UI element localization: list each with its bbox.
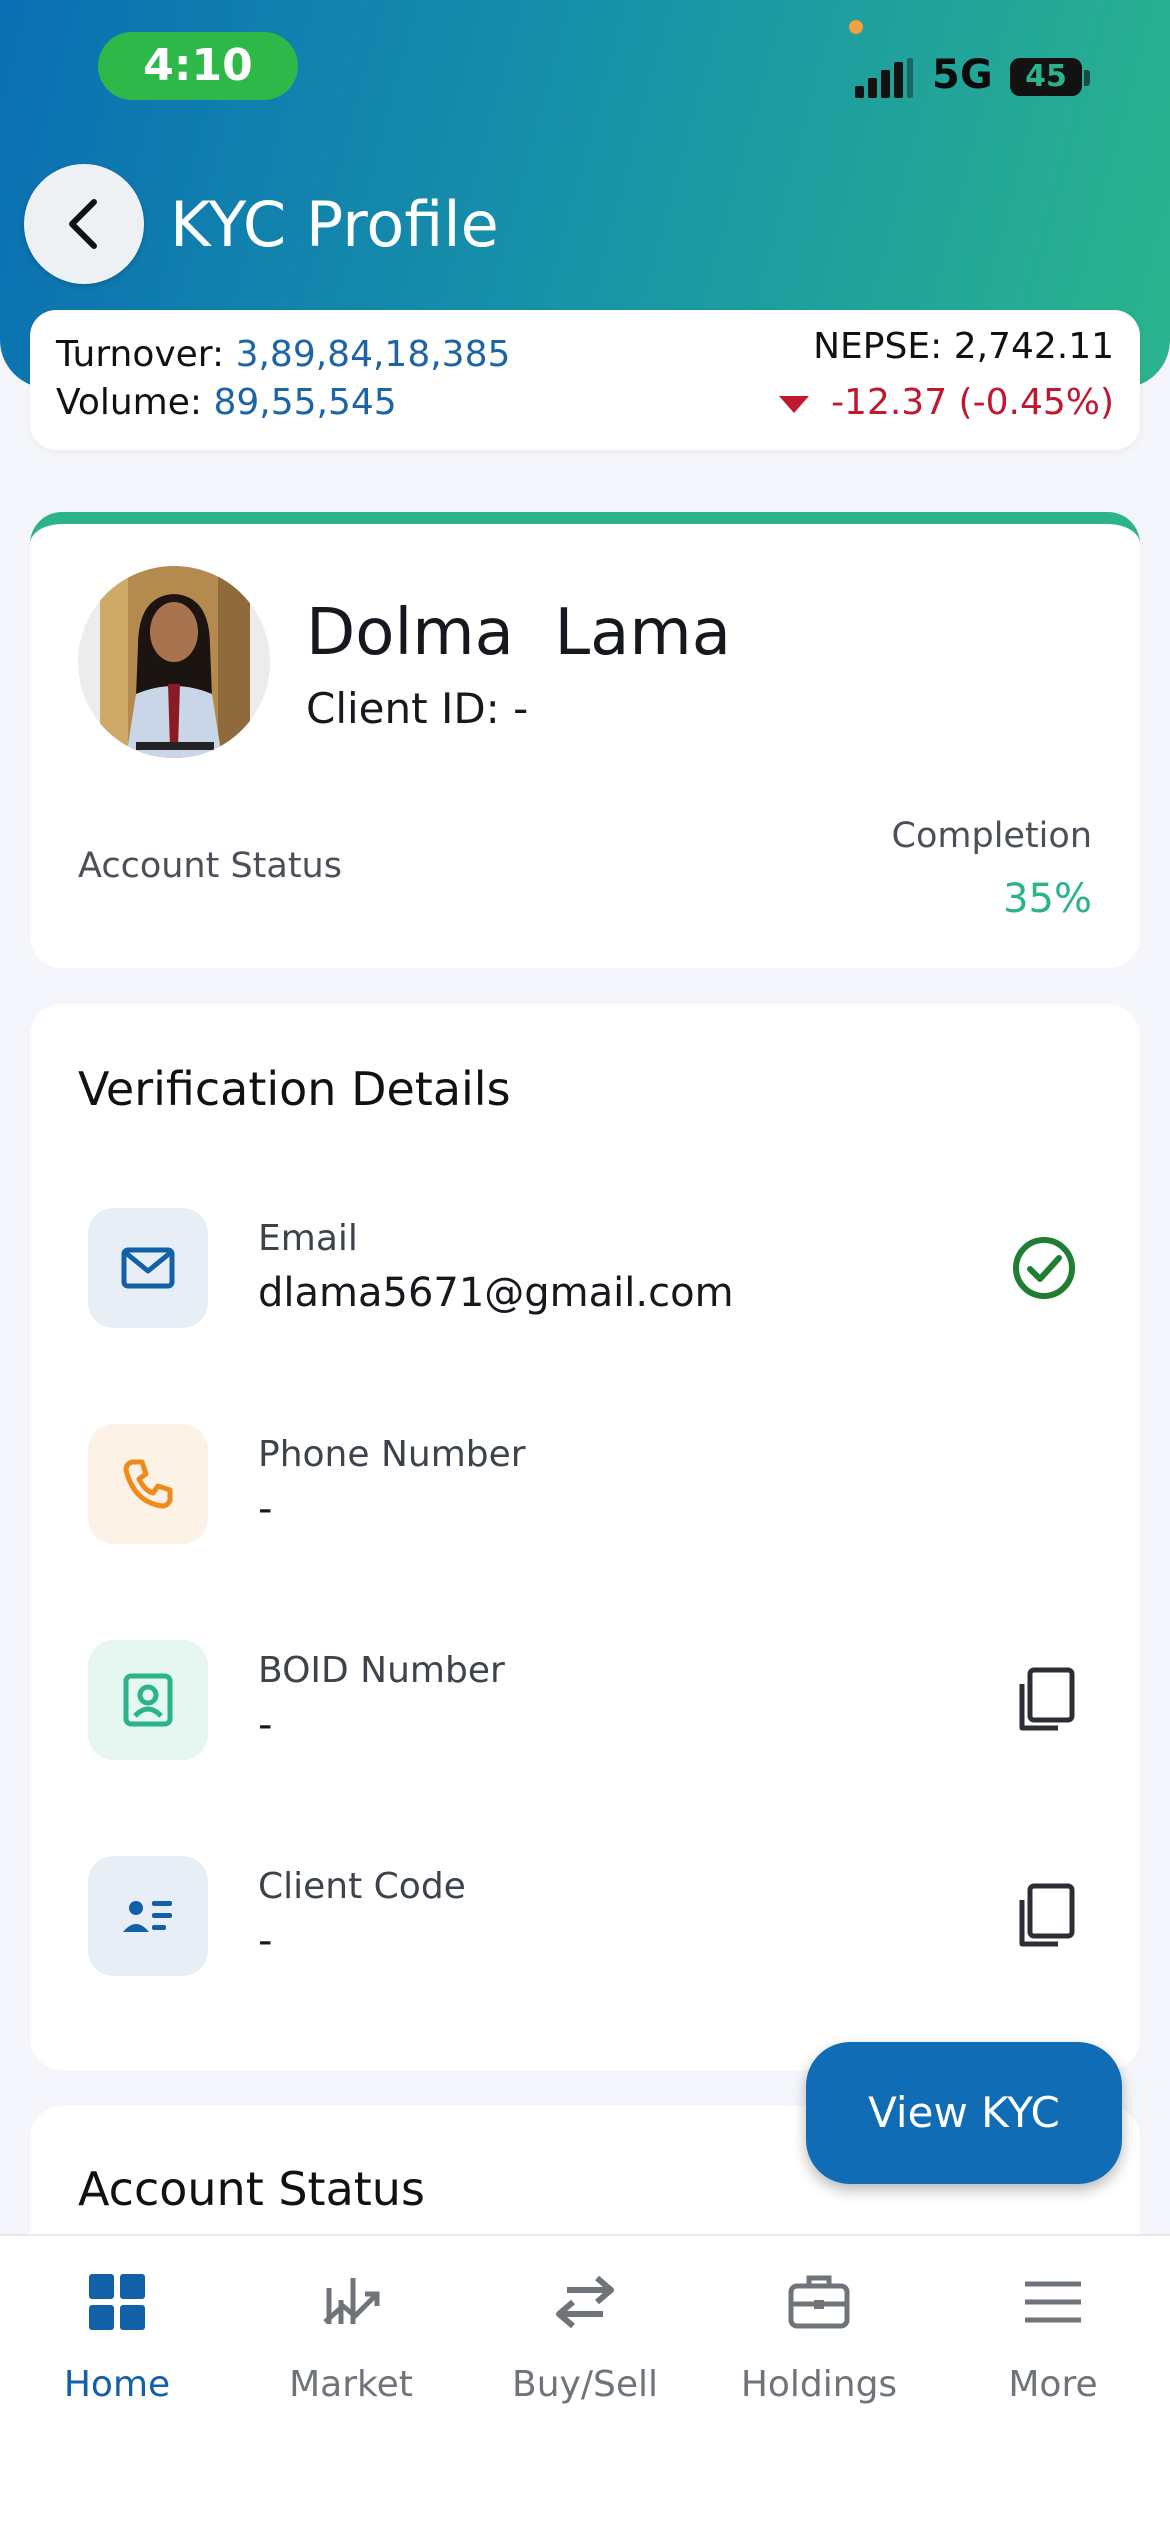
volume-value: 89,55,545	[213, 382, 397, 423]
view-kyc-button[interactable]: View KYC	[806, 2042, 1122, 2184]
verification-item-label: Email	[258, 1218, 358, 1259]
nav-item-more[interactable]: More	[936, 2236, 1170, 2436]
menu-icon	[1025, 2281, 1081, 2323]
nav-item-buy-sell[interactable]: Buy/Sell	[468, 2236, 702, 2436]
chevron-left-icon	[69, 199, 97, 249]
nepse-row: NEPSE: 2,742.11	[813, 326, 1114, 367]
verification-item-label: Client Code	[258, 1866, 466, 1907]
verification-details-card: Verification Details Email dlama5671@gma…	[30, 1004, 1140, 2070]
section-title: Verification Details	[78, 1062, 511, 1116]
volume-label: Volume:	[56, 382, 203, 423]
status-time: 4:10	[98, 32, 298, 100]
battery-icon: 45	[1010, 58, 1082, 96]
network-type: 5G	[932, 52, 993, 98]
nav-label: Home	[63, 2364, 171, 2405]
verified-check-icon	[1013, 1237, 1075, 1299]
nepse-change: -12.37 (-0.45%)	[831, 382, 1114, 423]
completion-value: 35%	[1003, 876, 1092, 922]
nav-item-market[interactable]: Market	[234, 2236, 468, 2436]
verification-item-value: -	[258, 1486, 273, 1532]
bottom-nav: Home Market Buy/Sell Holdings More	[0, 2234, 1170, 2534]
nepse-value: 2,742.11	[953, 326, 1114, 367]
nepse-change-row: -12.37 (-0.45%)	[779, 382, 1114, 423]
verification-item-label: Phone Number	[258, 1434, 526, 1475]
swap-arrows-icon	[556, 2275, 614, 2329]
home-grid-icon	[89, 2274, 145, 2330]
nav-label: Buy/Sell	[512, 2364, 658, 2405]
account-status-label: Account Status	[78, 846, 342, 886]
market-chart-icon	[323, 2278, 380, 2324]
verification-item-phone: Phone Number -	[30, 1424, 1140, 1554]
verification-item-boid: BOID Number -	[30, 1640, 1140, 1770]
camera-indicator-dot	[849, 20, 863, 34]
verification-item-client-code: Client Code -	[30, 1856, 1140, 1986]
back-button[interactable]	[24, 164, 144, 284]
phone-icon	[88, 1424, 208, 1544]
turnover-value: 3,89,84,18,385	[235, 334, 511, 375]
profile-card: Dolma Lama Client ID: - Account Status C…	[30, 512, 1140, 968]
signal-icon	[855, 58, 913, 98]
user-name: Dolma Lama	[306, 596, 731, 670]
nav-label: Holdings	[740, 2364, 898, 2405]
page-title: KYC Profile	[170, 188, 499, 261]
completion-label: Completion	[891, 816, 1092, 856]
nav-label: More	[1008, 2364, 1098, 2405]
down-triangle-icon	[779, 395, 810, 413]
nav-item-holdings[interactable]: Holdings	[702, 2236, 936, 2436]
battery-nub	[1084, 70, 1090, 86]
verification-item-value: -	[258, 1918, 273, 1964]
verification-item-label: BOID Number	[258, 1650, 505, 1691]
verification-item-value: -	[258, 1702, 273, 1748]
mail-icon	[88, 1208, 208, 1328]
verification-item-value: dlama5671@gmail.com	[258, 1270, 734, 1316]
section-title: Account Status	[78, 2162, 425, 2216]
nav-item-home[interactable]: Home	[0, 2236, 234, 2436]
profile-photo	[100, 566, 250, 758]
verification-item-email: Email dlama5671@gmail.com	[30, 1208, 1140, 1338]
contact-card-icon	[88, 1856, 208, 1976]
turnover-row: Turnover: 3,89,84,18,385	[56, 334, 510, 375]
nepse-label: NEPSE:	[813, 326, 943, 367]
client-id: Client ID: -	[306, 684, 529, 733]
copy-icon[interactable]	[1006, 1878, 1082, 1954]
market-summary-card: Turnover: 3,89,84,18,385 Volume: 89,55,5…	[30, 310, 1140, 450]
avatar[interactable]	[78, 566, 270, 758]
volume-row: Volume: 89,55,545	[56, 382, 397, 423]
nav-label: Market	[289, 2364, 413, 2405]
briefcase-icon	[788, 2275, 850, 2329]
id-badge-icon	[88, 1640, 208, 1760]
copy-icon[interactable]	[1006, 1662, 1082, 1738]
turnover-label: Turnover:	[56, 334, 225, 375]
